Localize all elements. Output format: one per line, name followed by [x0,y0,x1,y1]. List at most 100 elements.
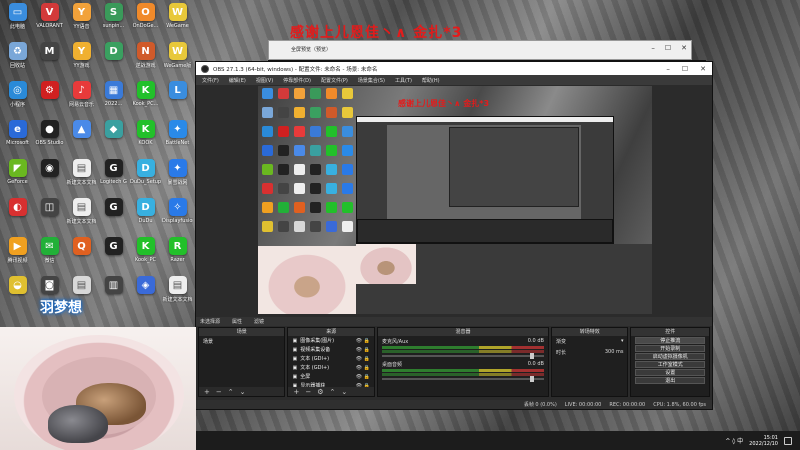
move-down-icon[interactable]: ⌄ [240,388,246,396]
visibility-lock-icon[interactable]: 👁 🔒 [356,347,370,353]
desktop-icon[interactable]: Y YY语音 [66,3,97,42]
remove-icon[interactable]: − [305,388,311,396]
desktop-icon[interactable]: K Kook_PC... [130,81,161,120]
desktop-icon[interactable]: ▦ 2022... [98,81,129,120]
volume-slider[interactable] [381,353,544,359]
control-button[interactable]: 启动虚拟摄像机 [635,353,706,360]
desktop-icon[interactable]: ▶ 腾讯视频 [2,237,33,276]
control-button[interactable]: 工作室模式 [635,361,706,368]
desktop-icon[interactable]: ▤ 新建文本文档 [162,276,193,315]
visibility-lock-icon[interactable]: 👁 🔒 [356,338,370,344]
obs-menu-item[interactable]: 帮助(H) [422,77,440,84]
obs-menu-item[interactable]: 视图(V) [256,77,273,84]
desktop-icon[interactable]: O OnDoGe... [130,3,161,42]
desktop-icon[interactable]: e Microsoft [2,120,33,159]
properties-button[interactable]: 属性 [232,318,242,325]
desktop-icon[interactable]: W WeGame版 [162,42,193,81]
notification-icon[interactable] [784,436,792,445]
obs-titlebar[interactable]: OBS 27.1.3 (64-bit, windows) - 配置文件: 未命名… [196,62,712,75]
desktop-icon[interactable]: Ssunpin... [98,3,129,42]
desktop-icon[interactable]: ▤ 新建文本文档 [66,159,97,198]
desktop-icon[interactable]: Y YY游戏 [66,42,97,81]
add-icon[interactable]: + [293,388,299,396]
obs-menu-item[interactable]: 编辑(E) [229,77,246,84]
preview-mini-icon [294,221,305,232]
volume-slider[interactable] [381,376,544,382]
obs-menu-item[interactable]: 文件(F) [202,77,219,84]
control-button[interactable]: 退出 [635,377,706,384]
desktop-icon[interactable]: ♻ 回收站 [2,42,33,81]
obs-window[interactable]: OBS 27.1.3 (64-bit, windows) - 配置文件: 未命名… [195,61,713,410]
projector-window[interactable]: 全屏预览（预览） – ☐ ✕ [268,40,692,60]
desktop-icon[interactable]: ◆ [98,120,129,159]
move-down-icon[interactable]: ⌄ [341,388,347,396]
desktop-icon[interactable]: ◒ [2,276,33,315]
desktop-icon[interactable]: K KOOK [130,120,161,159]
desktop-icon[interactable]: ▭ 此电脑 [2,3,33,42]
desktop-icon[interactable]: V VALORANT [34,3,65,42]
desktop-icon[interactable]: D DuDu_Setup [130,159,161,198]
obs-menu-item[interactable]: 场景集合(S) [358,77,385,84]
desktop-icon[interactable]: D DuDu [130,198,161,237]
desktop-icon[interactable]: ✦ 暴雪战网 [162,159,193,198]
visibility-lock-icon[interactable]: 👁 🔒 [356,374,370,380]
visibility-lock-icon[interactable]: 👁 🔒 [356,365,370,371]
source-item[interactable]: ▣ 图像采集(图片) 👁 🔒 [288,336,373,345]
desktop-icon[interactable]: D [98,42,129,81]
add-icon[interactable]: + [204,388,210,396]
desktop-icon[interactable]: ◫ [34,198,65,237]
desktop-icon[interactable]: ✦ BattleNet [162,120,193,159]
obs-menu-item[interactable]: 停靠部件(D) [283,77,311,84]
desktop-icon[interactable]: ◐ [2,198,33,237]
desktop-icon[interactable]: ▥ [98,276,129,315]
obs-menu-item[interactable]: 配置文件(P) [321,77,348,84]
source-item[interactable]: ▣ 全屏 👁 🔒 [288,372,373,381]
scene-item[interactable]: 场景 [199,336,284,347]
desktop-icon[interactable]: ● OBS Studio [34,120,65,159]
source-item[interactable]: ▣ 视频采集设备 👁 🔒 [288,345,373,354]
remove-icon[interactable]: − [216,388,222,396]
move-up-icon[interactable]: ⌃ [330,388,336,396]
desktop-icon[interactable]: ✧ Displayfusion [162,198,193,237]
desktop-icon[interactable]: ◤ GeForce [2,159,33,198]
taskbar-clock[interactable]: 15:01 2022/12/10 [749,435,778,447]
desktop-icon[interactable]: G [98,198,129,237]
control-button[interactable]: 设置 [635,369,706,376]
obs-preview-canvas[interactable]: 感谢上儿恩佳丶∧ 金扎*3 [258,86,652,314]
desktop-icon[interactable]: ⚙ [34,81,65,120]
desktop-icon[interactable]: W WeGame [162,3,193,42]
desktop-icon[interactable]: R Razer [162,237,193,276]
minimize-icon[interactable]: – [666,65,670,73]
close-icon[interactable]: ✕ [681,44,687,52]
transition-type[interactable]: 渐变 [556,338,566,345]
gear-icon[interactable]: ⚙ [317,388,323,396]
obs-menu-item[interactable]: 工具(T) [395,77,412,84]
close-icon[interactable]: ✕ [700,65,706,73]
desktop-icon[interactable]: G [98,237,129,276]
desktop-icon[interactable]: ◎ 小程序 [2,81,33,120]
control-button[interactable]: 停止推流 [635,337,706,344]
visibility-lock-icon[interactable]: 👁 🔒 [356,356,370,362]
desktop-icon[interactable]: L [162,81,193,120]
desktop-icon[interactable]: N 逆战游戏 [130,42,161,81]
desktop-icon[interactable]: ▤ 新建文本文档 [66,198,97,237]
control-button[interactable]: 开始录制 [635,345,706,352]
maximize-icon[interactable]: ☐ [682,65,688,73]
desktop-icon[interactable]: ♪ 网易云音乐 [66,81,97,120]
move-up-icon[interactable]: ⌃ [228,388,234,396]
duration-input[interactable]: 300 ms [605,349,624,356]
filters-button[interactable]: 滤镜 [254,318,264,325]
desktop-icon[interactable]: ▲ [66,120,97,159]
desktop-icon[interactable]: ✉ 微信 [34,237,65,276]
maximize-icon[interactable]: ☐ [665,44,671,52]
desktop-icon[interactable]: G Logitech G [98,159,129,198]
source-item[interactable]: ▣ 文本 (GDI+) 👁 🔒 [288,354,373,363]
system-tray[interactable]: ^ ◊ 中 [725,436,743,445]
minimize-icon[interactable]: – [651,44,655,52]
desktop-icon[interactable]: K Kook_PC [130,237,161,276]
desktop-icon[interactable]: Q [66,237,97,276]
source-item[interactable]: ▣ 文本 (GDI+) 👁 🔒 [288,363,373,372]
desktop-icon[interactable]: ◈ [130,276,161,315]
desktop-icon[interactable]: ◉ [34,159,65,198]
desktop-icon[interactable]: M [34,42,65,81]
